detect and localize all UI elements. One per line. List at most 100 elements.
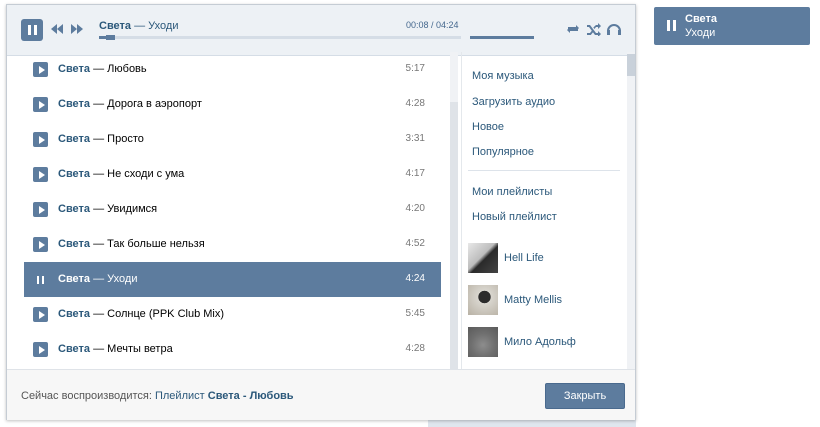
avatar[interactable]: [468, 327, 498, 357]
track-list: Света — Любовь 5:17 Света — Дорога в аэроп…: [24, 52, 441, 370]
menu-my-playlists[interactable]: Мои плейлисты: [472, 186, 552, 198]
audio-player-panel: Света — Уходи 00:08 / 04:24 Света — Любо…: [6, 4, 636, 420]
menu-popular[interactable]: Популярное: [472, 146, 534, 158]
track-title: Света — Любовь: [58, 63, 147, 75]
time-readout: 00:08 / 04:24: [406, 20, 459, 30]
track-separator: —: [93, 273, 105, 285]
play-icon[interactable]: [33, 167, 48, 182]
now-playing-status-prefix: Сейчас воспроизводится:: [21, 390, 152, 402]
audio-menu: Моя музыка Загрузить аудио Новое Популяр…: [461, 52, 628, 370]
pause-icon[interactable]: [667, 20, 676, 31]
track-row[interactable]: Света — Увидимся 4:20: [24, 192, 441, 227]
track-row[interactable]: Света — Любовь 5:17: [24, 52, 441, 87]
track-duration: 4:24: [405, 273, 425, 284]
track-list-scrollbar-thumb[interactable]: [450, 102, 458, 370]
avatar[interactable]: [468, 243, 498, 273]
volume-slider[interactable]: [470, 36, 534, 39]
play-icon[interactable]: [33, 62, 48, 77]
mini-player[interactable]: Света Уходи: [654, 7, 810, 45]
track-song: Мечты ветра: [107, 343, 173, 355]
play-icon[interactable]: [33, 97, 48, 112]
now-playing-playlist-link[interactable]: Плейлист: [155, 390, 205, 402]
mini-player-song: Уходи: [685, 27, 716, 39]
track-artist[interactable]: Света: [58, 63, 90, 75]
track-duration: 5:17: [405, 63, 425, 74]
track-separator: —: [93, 238, 105, 250]
track-separator: —: [93, 343, 105, 355]
menu-upload-audio[interactable]: Загрузить аудио: [472, 96, 555, 108]
track-separator: —: [93, 168, 105, 180]
play-icon[interactable]: [33, 237, 48, 252]
now-playing-title: Света — Уходи: [99, 20, 178, 32]
track-row[interactable]: Света — Дорога в аэропорт 4:28: [24, 87, 441, 122]
track-duration: 4:28: [405, 98, 425, 109]
shuffle-icon[interactable]: [586, 22, 602, 36]
track-duration: 3:31: [405, 133, 425, 144]
track-artist[interactable]: Света: [58, 133, 90, 145]
track-artist[interactable]: Света: [58, 343, 90, 355]
avatar[interactable]: [468, 285, 498, 315]
track-song: Уходи: [107, 273, 138, 285]
track-list-scrollbar[interactable]: [450, 52, 458, 370]
headphones-icon[interactable]: [606, 22, 622, 36]
next-icon[interactable]: [70, 23, 84, 35]
track-row-active[interactable]: Света — Уходи 4:24: [24, 262, 441, 297]
track-separator: —: [93, 63, 105, 75]
track-song: Дорога в аэропорт: [107, 98, 202, 110]
track-artist[interactable]: Света: [58, 98, 90, 110]
previous-icon[interactable]: [50, 23, 64, 35]
track-song: Так больше нельзя: [107, 238, 205, 250]
track-artist[interactable]: Света: [58, 273, 90, 285]
now-playing-separator: —: [134, 20, 146, 32]
friend-matty-mellis[interactable]: Matty Mellis: [504, 294, 562, 306]
repeat-icon[interactable]: [565, 22, 581, 36]
track-duration: 4:17: [405, 168, 425, 179]
track-duration: 4:28: [405, 343, 425, 354]
track-artist[interactable]: Света: [58, 308, 90, 320]
seek-bar[interactable]: [99, 35, 461, 40]
menu-scrollbar-thumb[interactable]: [627, 54, 635, 76]
now-playing-artist: Света: [99, 20, 132, 32]
track-row[interactable]: Света — Так больше нельзя 4:52: [24, 227, 441, 262]
track-row[interactable]: Света — Мечты ветра 4:28: [24, 332, 441, 367]
now-playing-playlist-name[interactable]: Света - Любовь: [208, 390, 294, 402]
track-separator: —: [93, 308, 105, 320]
menu-scrollbar[interactable]: [627, 52, 635, 370]
track-row[interactable]: Света — Просто 3:31: [24, 122, 441, 157]
player-header: Света — Уходи 00:08 / 04:24: [7, 5, 635, 56]
track-row[interactable]: Света — Солнце (PPK Club Mix) 5:45: [24, 297, 441, 332]
friend-hell-life[interactable]: Hell Life: [504, 252, 544, 264]
menu-my-music[interactable]: Моя музыка: [472, 70, 534, 82]
track-title: Света — Не сходи с ума: [58, 168, 184, 180]
track-artist[interactable]: Света: [58, 238, 90, 250]
track-title: Света — Так больше нельзя: [58, 238, 205, 250]
volume-slider-fill: [470, 36, 534, 39]
menu-new-playlist[interactable]: Новый плейлист: [472, 211, 557, 223]
track-title: Света — Мечты ветра: [58, 343, 173, 355]
play-icon[interactable]: [33, 132, 48, 147]
play-icon[interactable]: [33, 202, 48, 217]
now-playing-status: Сейчас воспроизводится: Плейлист Света -…: [21, 390, 294, 402]
menu-divider: [468, 170, 620, 171]
menu-new[interactable]: Новое: [472, 121, 504, 133]
track-song: Любовь: [107, 63, 147, 75]
track-separator: —: [93, 133, 105, 145]
pause-icon[interactable]: [33, 272, 48, 287]
track-artist[interactable]: Света: [58, 203, 90, 215]
track-artist[interactable]: Света: [58, 168, 90, 180]
track-title: Света — Солнце (PPK Club Mix): [58, 308, 224, 320]
close-button[interactable]: Закрыть: [545, 383, 625, 409]
track-separator: —: [93, 203, 105, 215]
play-icon[interactable]: [33, 342, 48, 357]
track-row[interactable]: Света — Не сходи с ума 4:17: [24, 157, 441, 192]
seek-bar-handle[interactable]: [106, 35, 115, 40]
track-title: Света — Увидимся: [58, 203, 157, 215]
track-duration: 4:20: [405, 203, 425, 214]
play-icon[interactable]: [33, 307, 48, 322]
friend-milo-adolf[interactable]: Мило Адольф: [504, 336, 576, 348]
track-song: Солнце (PPK Club Mix): [107, 308, 225, 320]
play-pause-button[interactable]: [21, 19, 43, 41]
pause-icon: [27, 25, 37, 35]
player-footer: Сейчас воспроизводится: Плейлист Света -…: [7, 369, 635, 420]
mini-player-artist: Света: [685, 13, 718, 25]
